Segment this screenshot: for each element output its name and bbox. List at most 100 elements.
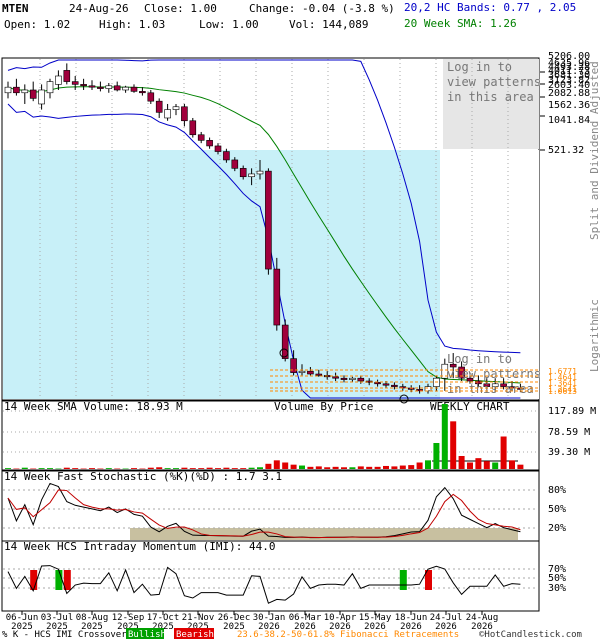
volume-bar (416, 462, 423, 469)
vol-value: Vol: 144,089 (289, 18, 368, 31)
volume-tick-label: 39.30 M (548, 447, 590, 458)
candle-body (71, 81, 79, 85)
volume-bar (21, 467, 28, 469)
candle-body (424, 386, 432, 392)
stoch-axis: 80% 50% 20% (548, 485, 566, 534)
candle-body (147, 92, 155, 102)
volume-bar (458, 456, 465, 469)
volume-bar (105, 468, 112, 469)
volume-bar (307, 466, 314, 469)
candle-body (164, 109, 171, 119)
volume-bar (156, 467, 163, 469)
candle-body (46, 81, 54, 94)
candle-body (189, 120, 197, 136)
imi-grid (3, 568, 538, 589)
change-value: Change: -0.04 (-3.8 %) (249, 2, 395, 15)
volume-bar (391, 466, 398, 469)
volume-bar (63, 467, 70, 469)
volume-bar (492, 462, 499, 469)
volume-bar (47, 468, 53, 469)
candle-body (122, 86, 129, 91)
volume-bar (517, 464, 524, 469)
volume-grid (3, 410, 538, 462)
login-line-1: Log in to (447, 352, 512, 366)
stoch-oversold-zone (130, 528, 518, 540)
volume-bar (215, 468, 221, 469)
candle-body (273, 268, 281, 326)
volume-bar (248, 467, 255, 469)
volume-bar (383, 465, 389, 469)
imi-panel: 14 Week HCS Intraday Momentum (IMI): 44.… (1, 540, 566, 612)
candle-body (382, 383, 390, 386)
login-line-2: view patterns (447, 367, 541, 381)
stock-chart: MTEN 24-Aug-26 Close: 1.00 Change: -0.04… (1, 1, 600, 640)
volume-bar (273, 460, 280, 469)
volume-bar (206, 467, 213, 469)
volume-bar (223, 467, 230, 469)
candle-body (29, 89, 37, 99)
volume-bar (299, 465, 305, 469)
candle-body (55, 75, 62, 85)
stoch-grid (3, 489, 538, 529)
imi-crossover-bar (399, 570, 407, 590)
low-value: Low: 1.00 (199, 18, 259, 31)
volume-bar (357, 466, 364, 469)
split-note: Split and Dividend Adjusted (588, 61, 600, 240)
price-tick-label: 1562.36 (548, 100, 590, 111)
candle-body (172, 106, 180, 110)
volume-bar (282, 462, 289, 469)
candle-body (139, 91, 146, 94)
sma-value: 20 Week SMA: 1.26 (404, 17, 517, 30)
candle-body (63, 70, 71, 82)
volume-bar (509, 460, 515, 469)
volume-bar (97, 468, 104, 470)
volume-bar (399, 465, 406, 469)
volume-bar (173, 468, 179, 469)
price-tick-label: 1.0613 (548, 387, 577, 396)
candle (273, 257, 281, 331)
date-value: 24-Aug-26 (69, 2, 129, 15)
candle-body (38, 89, 45, 105)
candle-body (97, 86, 104, 89)
volume-bar (441, 404, 448, 469)
volume-bar (122, 468, 129, 470)
vol-title: 14 Week SMA Volume: 18.93 M (4, 400, 183, 413)
symbol: MTEN (2, 2, 29, 15)
candle-body (105, 85, 113, 89)
candle-body (315, 373, 323, 376)
volume-bar (55, 468, 62, 470)
volume-bar (114, 468, 121, 470)
imi-crossover-bar (55, 570, 63, 590)
candle-body (281, 324, 289, 359)
volume-bar (483, 461, 490, 469)
volume-panel: 14 Week SMA Volume: 18.93 M Volume By Pr… (1, 400, 596, 471)
copyright: ©HotCandlestick.com (479, 630, 582, 640)
volume-bar (38, 468, 45, 469)
close-value: Close: 1.00 (144, 2, 217, 15)
bands-value: 20,2 HC Bands: 0.77 , 2.05 (404, 1, 576, 14)
volume-bar (231, 468, 238, 469)
price-panel: Log in to view patterns in this area Log… (1, 51, 600, 404)
volume-bar (324, 467, 331, 469)
lower-zone-shade (3, 150, 440, 399)
log-note: Logarithmic (588, 299, 600, 372)
candle-body (332, 376, 339, 379)
login-line-1: Log in to (447, 60, 512, 74)
candle-body (155, 100, 163, 113)
volume-bar (5, 468, 11, 469)
volume-bar (240, 468, 247, 469)
bullish-label: Bullish (128, 630, 166, 640)
volume-bar (433, 443, 440, 469)
volume-bar (13, 468, 20, 470)
fib-legend: 23.6-38.2-50-61.8% Fibonacci Retracement… (237, 630, 459, 640)
volume-bar (30, 468, 37, 470)
volume-bar (467, 462, 473, 469)
stoch-tick-label: 80% (548, 485, 566, 496)
volume-bar (89, 468, 95, 469)
candle-body (349, 377, 356, 380)
login-line-3: in this area (447, 382, 534, 396)
candle-body (130, 86, 138, 92)
candle-body (223, 151, 230, 161)
imi-line (7, 565, 521, 604)
volume-bar (500, 436, 507, 469)
